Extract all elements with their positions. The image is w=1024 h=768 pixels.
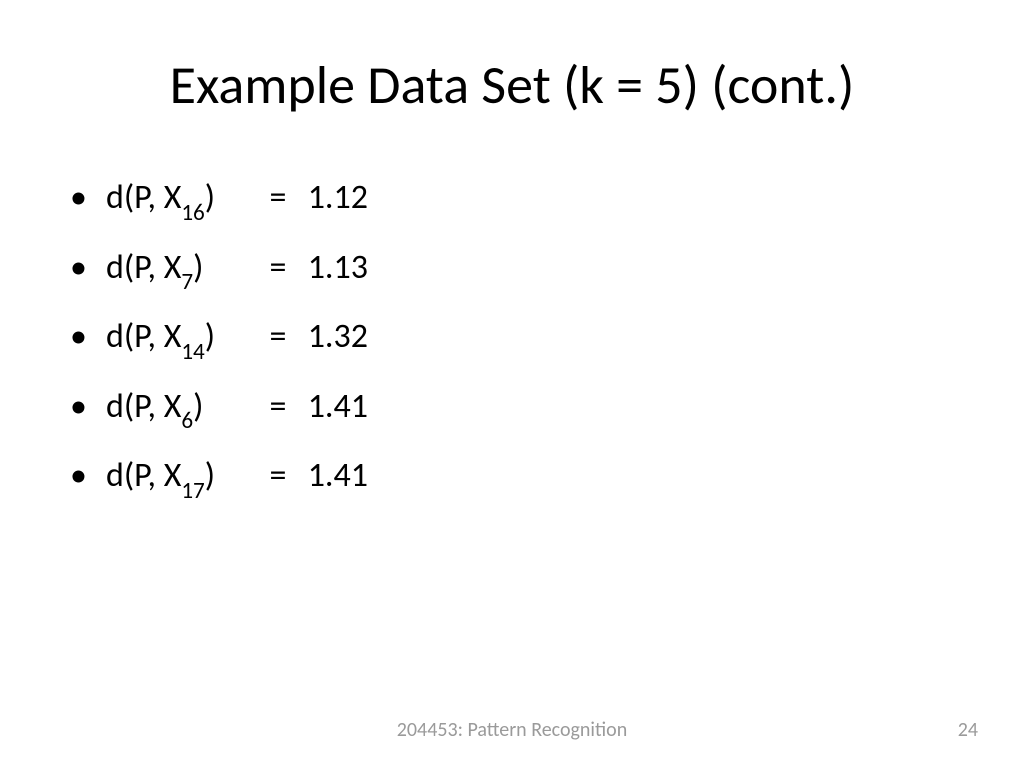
distance-expression: d(P, X14) xyxy=(106,317,256,363)
expr-suffix: ) xyxy=(205,316,215,357)
expr-prefix: d(P, X xyxy=(106,386,181,427)
list-item: d(P, X14)= 1.32 xyxy=(70,317,368,363)
equals-sign: = xyxy=(256,248,300,289)
distance-list: d(P, X16)= 1.12 d(P, X7)= 1.13 d(P, X14)… xyxy=(70,178,368,502)
slide-body: d(P, X16)= 1.12 d(P, X7)= 1.13 d(P, X14)… xyxy=(70,178,368,526)
slide-title: Example Data Set (k = 5) (cont.) xyxy=(0,52,1024,118)
slide-footer: 204453: Pattern Recognition xyxy=(0,718,1024,742)
distance-expression: d(P, X6) xyxy=(106,387,256,433)
expr-subscript: 14 xyxy=(181,338,204,366)
distance-value: 1.41 xyxy=(308,455,368,496)
page-number: 24 xyxy=(958,718,978,742)
distance-expression: d(P, X16) xyxy=(106,178,256,224)
distance-value: 1.13 xyxy=(308,247,368,288)
expr-suffix: ) xyxy=(205,177,215,218)
distance-value: 1.12 xyxy=(308,177,368,218)
list-item: d(P, X7)= 1.13 xyxy=(70,248,368,294)
expr-subscript: 16 xyxy=(181,199,204,227)
distance-value: 1.32 xyxy=(308,316,368,357)
expr-suffix: ) xyxy=(205,455,215,496)
expr-subscript: 6 xyxy=(181,407,193,435)
distance-expression: d(P, X17) xyxy=(106,456,256,502)
equals-sign: = xyxy=(256,456,300,497)
expr-subscript: 17 xyxy=(181,477,204,505)
expr-prefix: d(P, X xyxy=(106,316,181,357)
expr-subscript: 7 xyxy=(181,268,193,296)
expr-suffix: ) xyxy=(193,386,203,427)
expr-suffix: ) xyxy=(193,247,203,288)
slide: Example Data Set (k = 5) (cont.) d(P, X1… xyxy=(0,0,1024,768)
equals-sign: = xyxy=(256,178,300,219)
expr-prefix: d(P, X xyxy=(106,455,181,496)
list-item: d(P, X17)= 1.41 xyxy=(70,456,368,502)
distance-value: 1.41 xyxy=(308,386,368,427)
distance-expression: d(P, X7) xyxy=(106,248,256,294)
expr-prefix: d(P, X xyxy=(106,177,181,218)
equals-sign: = xyxy=(256,317,300,358)
expr-prefix: d(P, X xyxy=(106,247,181,288)
equals-sign: = xyxy=(256,387,300,428)
list-item: d(P, X6)= 1.41 xyxy=(70,387,368,433)
list-item: d(P, X16)= 1.12 xyxy=(70,178,368,224)
